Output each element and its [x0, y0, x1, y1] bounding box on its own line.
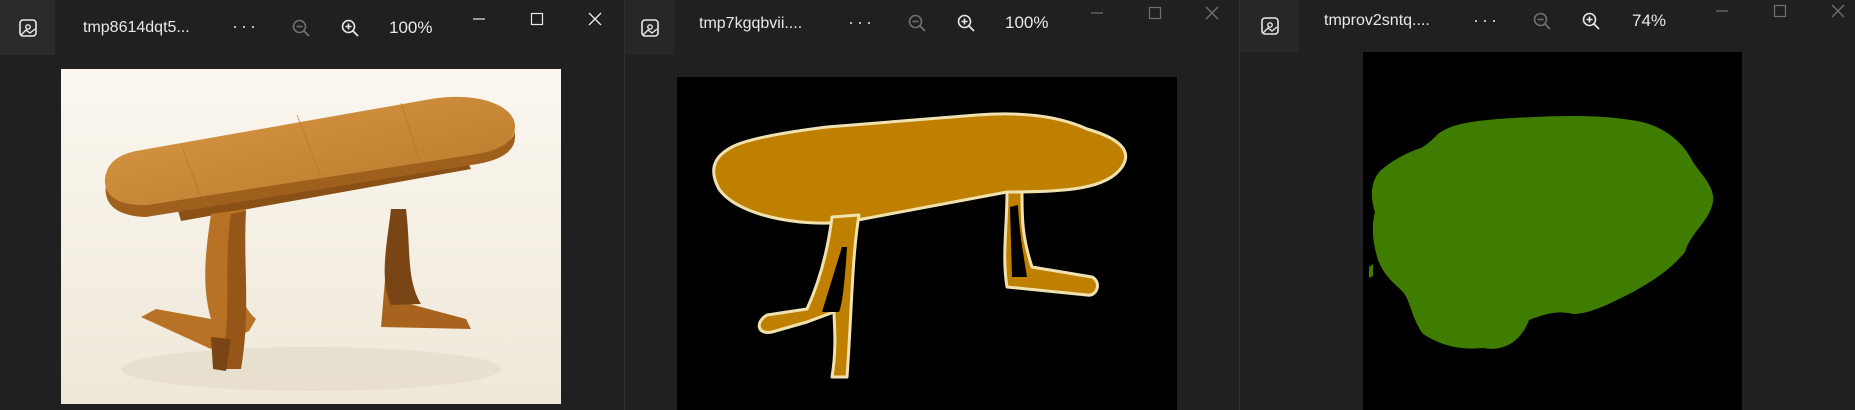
segmentation-mask-image [677, 77, 1177, 410]
table-photo [61, 69, 561, 404]
photos-app-icon[interactable] [0, 0, 55, 55]
minimize-icon[interactable] [464, 4, 494, 34]
zoom-in-icon[interactable] [1577, 7, 1605, 35]
window-title: tmp8614dqt5... [83, 19, 190, 36]
title-bar: tmp8614dqt5... ··· 100% [0, 0, 624, 55]
zoom-out-icon[interactable] [1528, 7, 1556, 35]
zoom-level[interactable]: 74% [1632, 11, 1666, 31]
photos-app-icon[interactable] [625, 0, 674, 55]
segmentation-mask-image [1363, 52, 1742, 410]
photos-window-1: tmp8614dqt5... ··· 100% [0, 0, 624, 410]
more-options-button[interactable]: ··· [848, 12, 875, 33]
minimize-icon[interactable] [1707, 0, 1737, 26]
close-icon[interactable] [1197, 0, 1227, 28]
zoom-in-icon[interactable] [336, 14, 364, 42]
photos-app-icon[interactable] [1240, 0, 1299, 52]
close-icon[interactable] [580, 4, 610, 34]
zoom-level[interactable]: 100% [1005, 13, 1048, 33]
maximize-icon[interactable] [1765, 0, 1795, 26]
title-bar: tmp7kgqbvii.... ··· 100% [625, 0, 1239, 55]
photos-window-3: tmprov2sntq.... ··· 74% [1240, 0, 1855, 410]
window-title: tmprov2sntq.... [1324, 12, 1430, 29]
close-icon[interactable] [1823, 0, 1853, 26]
more-options-button[interactable]: ··· [232, 16, 259, 37]
window-title: tmp7kgqbvii.... [699, 15, 803, 32]
zoom-level[interactable]: 100% [389, 18, 432, 38]
zoom-out-icon[interactable] [903, 9, 931, 37]
more-options-button[interactable]: ··· [1473, 10, 1500, 31]
title-bar: tmprov2sntq.... ··· 74% [1240, 0, 1855, 55]
photos-window-2: tmp7kgqbvii.... ··· 100% [625, 0, 1239, 410]
zoom-in-icon[interactable] [952, 9, 980, 37]
minimize-icon[interactable] [1082, 0, 1112, 28]
maximize-icon[interactable] [522, 4, 552, 34]
zoom-out-icon[interactable] [287, 14, 315, 42]
maximize-icon[interactable] [1140, 0, 1170, 28]
